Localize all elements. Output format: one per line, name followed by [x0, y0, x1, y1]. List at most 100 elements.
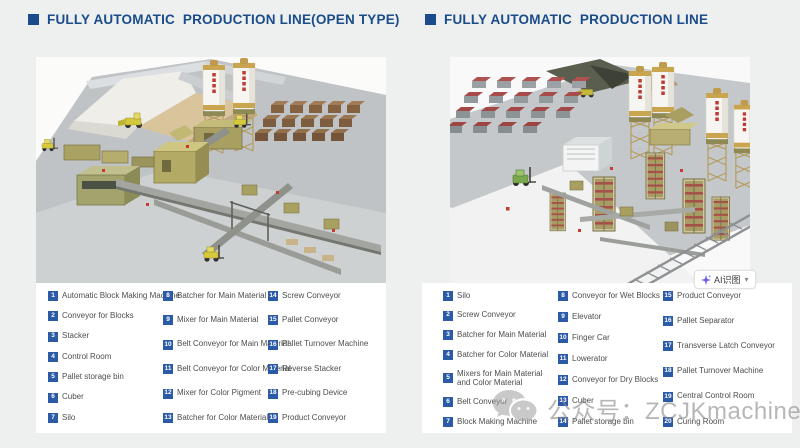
legend-number-badge: 2: [443, 311, 453, 321]
legend-number-badge: 20: [663, 417, 673, 427]
legend-number-badge: 12: [558, 375, 568, 385]
legend-number-badge: 4: [48, 352, 58, 362]
left-production-line-image: [36, 57, 386, 283]
legend-item: 4 Batcher for Color Material: [443, 350, 558, 360]
legend-item-label: Product Conveyor: [282, 414, 346, 423]
legend-number-badge: 5: [48, 372, 58, 382]
legend-item-label: Mixer for Color Pigment: [177, 389, 261, 398]
legend-column: 1Silo 2Screw Conveyor 3 Batcher for Main Ma…: [443, 291, 558, 427]
legend-item-label: Pallet Turnover Machine: [282, 340, 368, 349]
legend-number-badge: 14: [268, 291, 278, 301]
legend-column: 14 Screw Conveyor 15 Pallet Conveyor 16Palle…: [268, 291, 398, 423]
legend-item: 2 Conveyor for Blocks: [48, 311, 163, 321]
title-bullet-icon: [425, 14, 436, 25]
legend-item-label: Product Conveyor: [677, 292, 741, 301]
legend-item-label: Curing Room: [677, 418, 724, 427]
legend-number-badge: 8: [558, 291, 568, 301]
curing-rack-tower: [550, 193, 565, 231]
left-panel-title: FULLY AUTOMATIC PRODUCTION LINE(OPEN TYP…: [28, 10, 400, 28]
legend-item-label: Elevator: [572, 313, 601, 322]
legend-item-label: Pallet storage bin: [572, 418, 634, 427]
legend-number-badge: 4: [443, 350, 453, 360]
legend-item: 7 Silo: [48, 413, 163, 423]
legend-item: 4Control Room: [48, 352, 163, 362]
legend-number-badge: 15: [268, 315, 278, 325]
page-title: FULLY AUTOMATIC PRODUCTION LINE(OPEN TYP…: [47, 12, 400, 27]
legend-number-badge: 17: [268, 364, 278, 374]
legend-item: 20 Curing Room: [663, 417, 793, 427]
legend-number-badge: 19: [268, 413, 278, 423]
legend-item-label: Batcher for Main Material: [457, 331, 546, 340]
title-bullet-icon: [28, 14, 39, 25]
legend-item-label: Silo: [62, 414, 75, 423]
legend-number-badge: 9: [163, 315, 173, 325]
legend-number-badge: 18: [268, 389, 278, 399]
legend-item: 13Batcher for Color Material: [163, 413, 268, 423]
legend-item: 18Pallet Turnover Machine: [663, 367, 793, 377]
legend-item-label: Batcher for Color Material: [457, 351, 548, 360]
legend-item: 15Product Conveyor: [663, 291, 793, 301]
legend-item: 15 Pallet Conveyor: [268, 315, 398, 325]
legend-item: 16Pallet Separator: [663, 316, 793, 326]
legend-item: 17Transverse Latch Conveyor: [663, 341, 793, 351]
legend-number-badge: 3: [48, 332, 58, 342]
central-control-room: [563, 137, 612, 171]
legend-item: 8Conveyor for Wet Blocks: [558, 291, 663, 301]
legend-item: 14 Pallet storage bin: [558, 417, 663, 427]
legend-item: 5 Pallet storage bin: [48, 372, 163, 382]
legend-number-badge: 11: [163, 364, 173, 374]
legend-column: 8Batcher for Main Material9Mixer for Mai…: [163, 291, 268, 423]
legend-number-badge: 2: [48, 311, 58, 321]
legend-item-label: Pallet storage bin: [62, 373, 124, 382]
legend-item-label: Mixers for Main Material and Color Mater…: [457, 370, 549, 388]
legend-item: 9 Mixer for Main Material: [163, 315, 268, 325]
legend-column: 15Product Conveyor 16Pallet Separator 17Tr…: [663, 291, 793, 427]
legend-number-badge: 13: [558, 396, 568, 406]
legend-number-badge: 7: [48, 413, 58, 423]
legend-item-label: Pre-cubing Device: [282, 389, 347, 398]
legend-number-badge: 6: [48, 393, 58, 403]
right-legend: 1Silo 2Screw Conveyor 3 Batcher for Main Ma…: [422, 283, 792, 433]
legend-item: 11Belt Conveyor for Color Material: [163, 364, 268, 374]
legend-item: 6Cuber: [48, 393, 163, 403]
legend-item-label: Central Control Room: [677, 392, 754, 401]
legend-item-label: Conveyor for Blocks: [62, 312, 134, 321]
legend-item-label: Mixer for Main Material: [177, 316, 258, 325]
legend-item-label: Reverse Stacker: [282, 365, 341, 374]
legend-item: 2Screw Conveyor: [443, 311, 558, 321]
legend-item: 12Conveyor for Dry Blocks: [558, 375, 663, 385]
legend-item-label: Block Making Machine: [457, 418, 537, 427]
curing-rack-tower: [683, 179, 705, 233]
legend-item: 17 Reverse Stacker: [268, 364, 398, 374]
legend-item: 11Lowerator: [558, 354, 663, 364]
legend-column: 1Automatic Block Making Machine 2 Conveyor…: [48, 291, 163, 423]
legend-item: 16Pallet Turnover Machine: [268, 340, 398, 350]
legend-number-badge: 9: [558, 312, 568, 322]
legend-number-badge: 14: [558, 417, 568, 427]
legend-item: 6 Belt Conveyor: [443, 397, 558, 407]
legend-item-label: Screw Conveyor: [282, 292, 341, 301]
legend-item-label: Cuber: [572, 397, 594, 406]
legend-number-badge: 6: [443, 397, 453, 407]
legend-item-label: Pallet Conveyor: [282, 316, 338, 325]
chevron-down-icon: ▾: [745, 275, 749, 284]
legend-item: 1Silo: [443, 291, 558, 301]
legend-item: 1Automatic Block Making Machine: [48, 291, 163, 301]
legend-number-badge: 13: [163, 413, 173, 423]
legend-item: 19 Product Conveyor: [268, 413, 398, 423]
curing-rack-tower: [593, 177, 615, 231]
legend-item: 18 Pre-cubing Device: [268, 389, 398, 399]
legend-number-badge: 19: [663, 392, 673, 402]
legend-item: 3Stacker: [48, 332, 163, 342]
legend-number-badge: 3: [443, 330, 453, 340]
legend-item-label: Lowerator: [572, 355, 608, 364]
legend-number-badge: 5: [443, 373, 453, 383]
legend-number-badge: 7: [443, 417, 453, 427]
legend-item: 14 Screw Conveyor: [268, 291, 398, 301]
legend-number-badge: 16: [663, 316, 673, 326]
ai-recognize-button[interactable]: AI识图 ▾: [694, 270, 756, 289]
legend-item-label: Transverse Latch Conveyor: [677, 342, 775, 351]
brochure-page: FULLY AUTOMATIC PRODUCTION LINE(OPEN TYP…: [0, 0, 800, 448]
legend-item-label: Belt Conveyor: [457, 398, 507, 407]
legend-item: 7 Block Making Machine: [443, 417, 558, 427]
